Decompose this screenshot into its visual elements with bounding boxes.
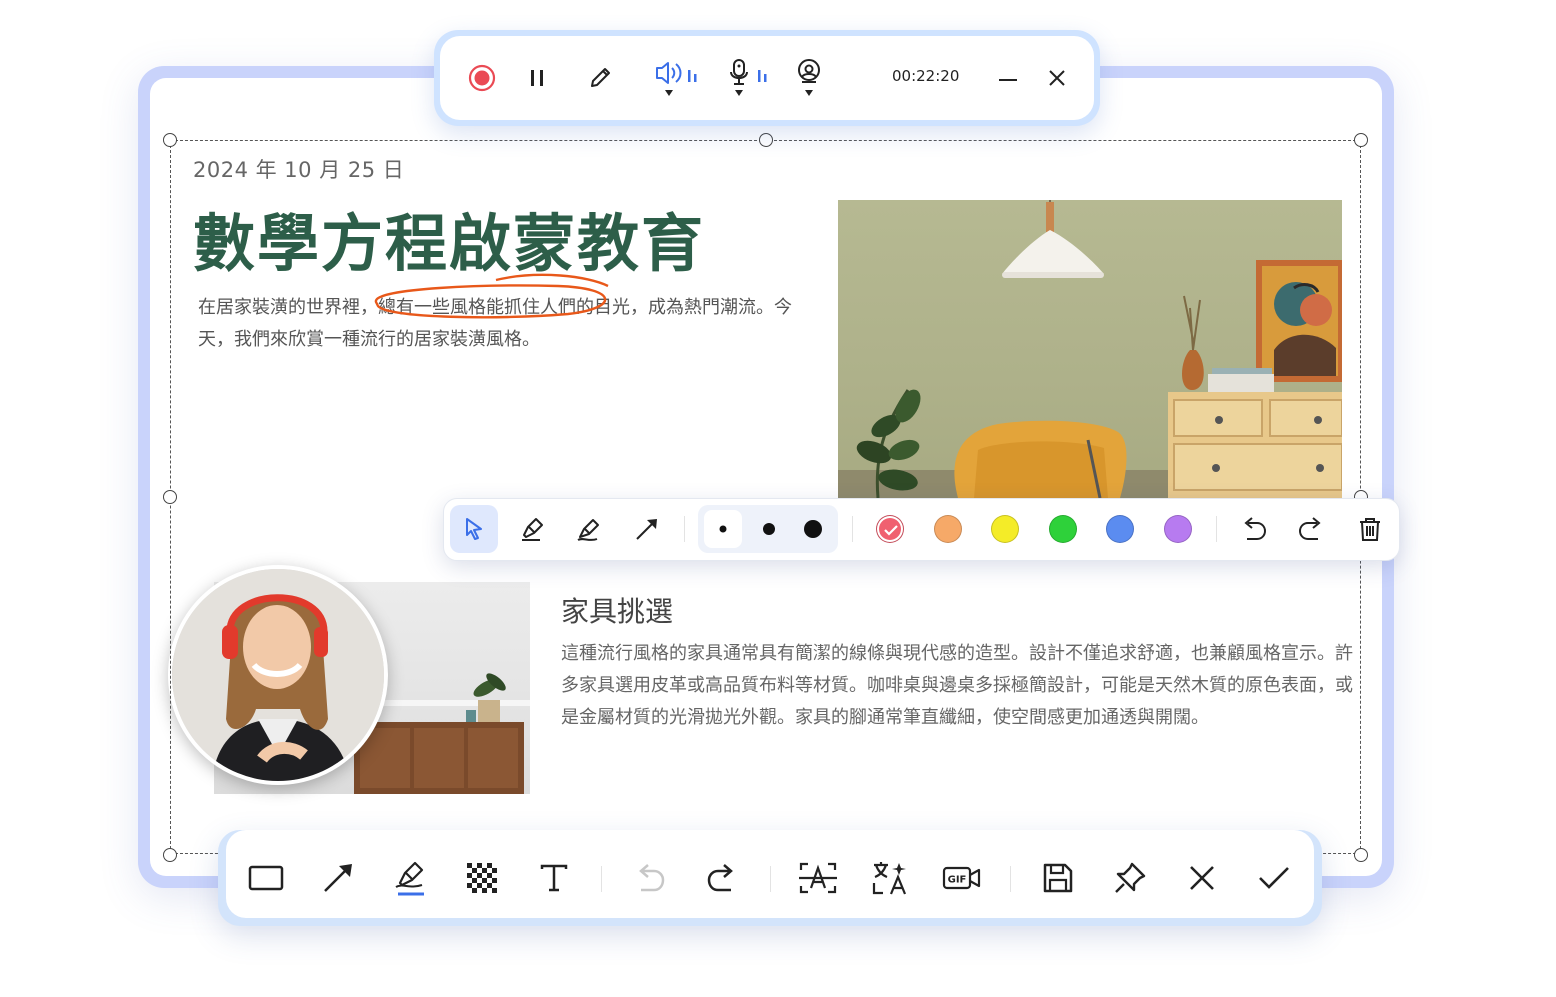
redo-icon[interactable] <box>700 856 744 900</box>
toolbar-separator <box>770 866 771 892</box>
rectangle-icon[interactable] <box>244 856 288 900</box>
text-icon[interactable] <box>532 856 576 900</box>
resize-handle-left[interactable] <box>163 490 177 504</box>
confirm-icon[interactable] <box>1252 856 1296 900</box>
brush-size-medium[interactable] <box>750 510 788 548</box>
toolbar-separator <box>684 516 685 542</box>
trash-icon[interactable] <box>1352 511 1388 547</box>
mosaic-icon[interactable] <box>460 856 504 900</box>
close-icon[interactable] <box>1043 64 1071 92</box>
speaker-icon[interactable] <box>652 58 702 102</box>
resize-handle-top[interactable] <box>759 133 773 147</box>
highlighter-icon[interactable] <box>388 856 432 900</box>
toolbar-separator <box>1216 516 1217 542</box>
pen-icon[interactable] <box>584 62 616 94</box>
highlighter-icon[interactable] <box>512 509 552 549</box>
gif-icon[interactable]: GIF <box>940 856 984 900</box>
record-stop-icon[interactable] <box>466 62 498 94</box>
check-icon <box>884 525 898 536</box>
color-swatch[interactable] <box>1164 515 1192 543</box>
resize-handle-top-left[interactable] <box>163 133 177 147</box>
marker-icon[interactable] <box>569 509 609 549</box>
color-swatch[interactable] <box>1048 515 1077 543</box>
color-swatch[interactable] <box>933 515 962 543</box>
minimize-icon[interactable] <box>994 64 1022 92</box>
microphone-icon[interactable] <box>726 58 772 102</box>
arrow-icon[interactable] <box>316 856 360 900</box>
arrow-icon[interactable] <box>627 509 667 549</box>
resize-handle-bottom-right[interactable] <box>1354 848 1368 862</box>
toolbar-separator <box>601 866 602 892</box>
brush-size-small[interactable] <box>704 510 742 548</box>
brush-size-large[interactable] <box>794 510 832 548</box>
cancel-icon[interactable] <box>1180 856 1224 900</box>
save-icon[interactable] <box>1036 856 1080 900</box>
undo-icon[interactable] <box>1236 511 1272 547</box>
resize-handle-top-right[interactable] <box>1354 133 1368 147</box>
pin-icon[interactable] <box>1108 856 1152 900</box>
toolbar-separator <box>852 516 853 542</box>
recording-timer: 00:22:20 <box>892 67 960 85</box>
capture-selection[interactable] <box>170 140 1361 854</box>
resize-handle-bottom-left[interactable] <box>163 848 177 862</box>
ocr-icon[interactable] <box>796 856 840 900</box>
gif-label: GIF <box>948 875 967 886</box>
color-swatch[interactable] <box>876 515 904 543</box>
cursor-icon[interactable] <box>450 505 498 553</box>
redo-icon[interactable] <box>1293 511 1329 547</box>
undo-icon[interactable] <box>628 856 672 900</box>
translate-icon[interactable] <box>868 856 912 900</box>
pause-icon[interactable] <box>522 62 552 94</box>
color-swatch[interactable] <box>991 515 1020 543</box>
toolbar-separator <box>1010 866 1011 892</box>
webcam-icon[interactable] <box>794 58 824 102</box>
